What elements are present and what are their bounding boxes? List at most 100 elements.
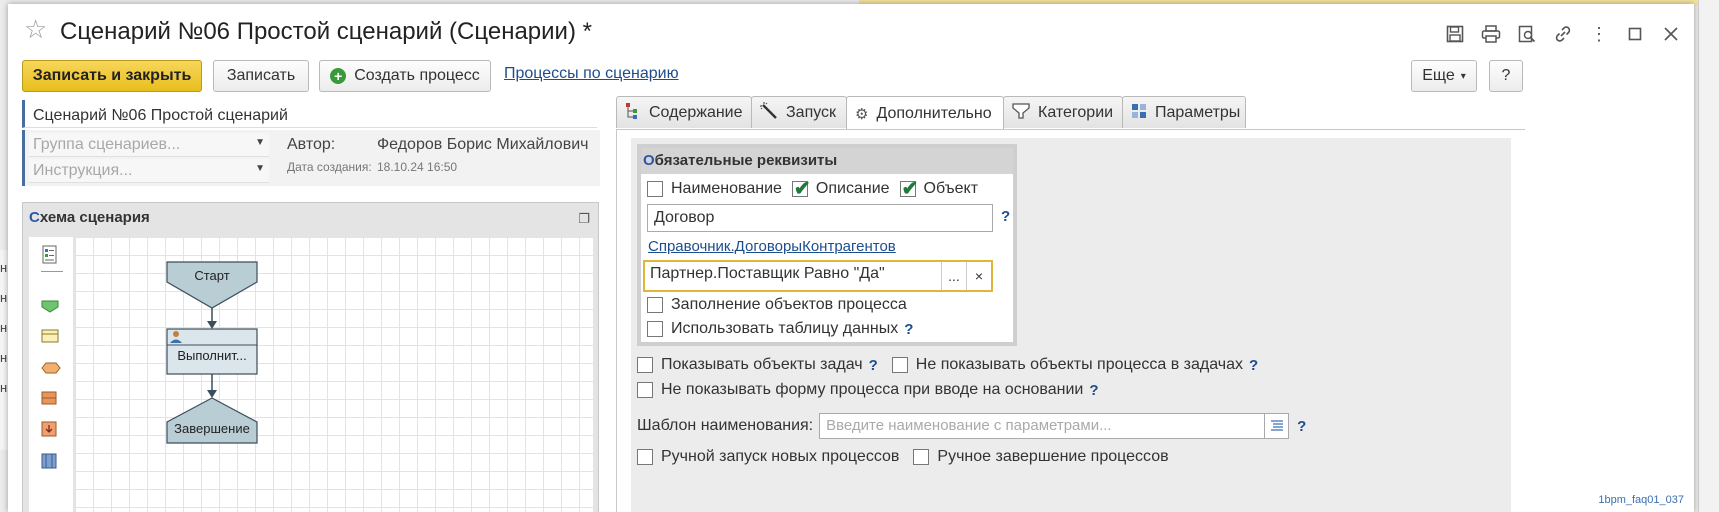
help-icon[interactable]: ? bbox=[1001, 208, 1010, 225]
object-type-link[interactable]: Справочник.ДоговорыКонтрагентов bbox=[648, 238, 896, 255]
background-fragment: н bbox=[0, 380, 8, 395]
title-bar-actions: ⋮ bbox=[1442, 22, 1684, 46]
use-data-table-row: Использовать таблицу данных ? bbox=[647, 320, 913, 338]
schema-canvas[interactable]: Старт Выполнит... Завершение bbox=[75, 237, 593, 512]
processes-by-scenario-link[interactable]: Процессы по сценарию bbox=[504, 65, 679, 83]
process-form-row: Не показывать форму процесса при вводе н… bbox=[637, 381, 1099, 399]
more-vertical-icon[interactable]: ⋮ bbox=[1586, 22, 1612, 46]
background-fragment: н bbox=[0, 260, 8, 275]
object-checkbox[interactable] bbox=[899, 176, 918, 201]
fill-objects-checkbox[interactable] bbox=[647, 297, 663, 313]
created-date-value: 18.10.24 16:50 bbox=[377, 160, 458, 174]
close-icon[interactable] bbox=[1658, 22, 1684, 46]
task-objects-row: Показывать объекты задач ? Не показывать… bbox=[637, 356, 1258, 374]
palette-divider bbox=[41, 271, 63, 272]
palette-subprocess-icon[interactable] bbox=[41, 391, 57, 410]
more-label: Еще bbox=[1422, 67, 1455, 84]
manual-finish-label: Ручное завершение процессов bbox=[937, 448, 1169, 465]
hide-process-objects-checkbox[interactable] bbox=[891, 357, 908, 373]
scenario-schema-panel: Схема сценария ❐ Старт Выполнит... Завер… bbox=[22, 202, 599, 512]
description-checkbox[interactable] bbox=[791, 176, 811, 201]
save-button[interactable]: Записать bbox=[213, 60, 309, 92]
tab-content[interactable]: Содержание bbox=[616, 96, 752, 128]
help-icon[interactable]: ? bbox=[1089, 382, 1098, 399]
author-label: Автор: bbox=[287, 136, 336, 153]
scenario-group-placeholder: Группа сценариев... bbox=[33, 136, 181, 153]
hide-process-form-checkbox[interactable] bbox=[637, 382, 653, 398]
instruction-placeholder: Инструкция... bbox=[33, 162, 133, 179]
background-fragment: н bbox=[0, 320, 8, 335]
fill-objects-label: Заполнение объектов процесса bbox=[671, 296, 907, 313]
description-checkbox-label: Описание bbox=[815, 180, 890, 197]
instruction-select[interactable]: Инструкция... ▼ bbox=[29, 159, 269, 183]
schema-title: Схема сценария bbox=[29, 209, 150, 226]
palette-condition-icon[interactable] bbox=[41, 361, 61, 379]
favorite-star-icon[interactable]: ☆ bbox=[24, 16, 47, 42]
schema-palette bbox=[29, 237, 73, 512]
tab-additional[interactable]: ⚙ Дополнительно bbox=[846, 96, 1004, 130]
right-panel: Содержание Запуск ⚙ Дополнительно Катего… bbox=[616, 96, 1694, 512]
task-node-label: Выполнит... bbox=[177, 348, 247, 363]
help-icon[interactable]: ? bbox=[904, 321, 913, 338]
background-right-pane bbox=[1698, 0, 1719, 512]
choose-button[interactable]: ... bbox=[941, 262, 966, 290]
tab-content-label: Содержание bbox=[649, 103, 743, 121]
help-button[interactable]: ? bbox=[1489, 60, 1523, 92]
start-node-label: Старт bbox=[194, 268, 230, 283]
use-data-table-checkbox[interactable] bbox=[647, 321, 663, 337]
palette-action-icon[interactable] bbox=[41, 421, 57, 442]
tab-additional-body: Обязательные реквизиты Наименование Опис… bbox=[616, 129, 1525, 512]
help-icon[interactable]: ? bbox=[1249, 357, 1258, 374]
fill-objects-row: Заполнение объектов процесса bbox=[647, 296, 907, 314]
more-button[interactable]: Еще ▾ bbox=[1411, 60, 1477, 92]
restore-window-icon[interactable]: ❐ bbox=[578, 211, 590, 227]
object-checkbox-label: Объект bbox=[923, 180, 979, 197]
end-node-label: Завершение bbox=[174, 421, 250, 436]
manual-start-checkbox[interactable] bbox=[637, 449, 653, 465]
tab-launch-label: Запуск bbox=[786, 103, 837, 121]
create-process-button[interactable]: + Создать процесс bbox=[319, 60, 491, 92]
scenario-name-field[interactable]: Сценарий №06 Простой сценарий bbox=[22, 100, 597, 128]
clear-icon[interactable]: × bbox=[966, 262, 991, 290]
palette-start-icon[interactable] bbox=[41, 299, 59, 318]
palette-task-icon[interactable] bbox=[41, 329, 59, 348]
help-icon[interactable]: ? bbox=[869, 357, 878, 374]
show-task-objects-checkbox[interactable] bbox=[637, 357, 653, 373]
tab-launch[interactable]: Запуск bbox=[751, 96, 847, 128]
dropdown-arrow-icon[interactable]: ▼ bbox=[255, 163, 265, 174]
chevron-down-icon: ▾ bbox=[1460, 70, 1466, 82]
name-checkbox-label: Наименование bbox=[671, 180, 782, 197]
manual-finish-checkbox[interactable] bbox=[913, 449, 930, 465]
author-value: Федоров Борис Михайлович bbox=[377, 136, 589, 153]
name-checkbox[interactable] bbox=[647, 181, 663, 197]
background-fragment: н bbox=[0, 290, 8, 305]
manual-start-label: Ручной запуск новых процессов bbox=[661, 448, 900, 465]
save-and-close-button[interactable]: Записать и закрыть bbox=[22, 60, 202, 92]
object-filter-field[interactable]: Партнер.Поставщик Равно "Да" ... × bbox=[643, 260, 993, 292]
plus-circle-icon: + bbox=[330, 68, 347, 84]
tab-parameters[interactable]: Параметры bbox=[1122, 96, 1246, 128]
maximize-icon[interactable] bbox=[1622, 22, 1648, 46]
content-tree-icon bbox=[625, 102, 641, 124]
tab-parameters-label: Параметры bbox=[1155, 103, 1241, 121]
name-template-input[interactable]: Введите наименование с параметрами... bbox=[819, 413, 1266, 439]
palette-end-icon[interactable] bbox=[41, 453, 57, 474]
object-type-field[interactable]: Договор bbox=[647, 204, 993, 232]
palette-properties-icon[interactable] bbox=[41, 245, 59, 270]
tab-categories[interactable]: Категории bbox=[1003, 96, 1123, 128]
created-date-label: Дата создания: bbox=[287, 160, 372, 174]
help-icon[interactable]: ? bbox=[1297, 418, 1306, 435]
save-icon[interactable] bbox=[1442, 22, 1468, 46]
preview-icon[interactable] bbox=[1514, 22, 1540, 46]
command-bar: Записать и закрыть Записать + Создать пр… bbox=[22, 60, 1682, 96]
dropdown-arrow-icon[interactable]: ▼ bbox=[255, 137, 265, 148]
scenario-group-select[interactable]: Группа сценариев... ▼ bbox=[29, 133, 269, 157]
template-editor-icon[interactable] bbox=[1265, 413, 1290, 439]
name-template-label: Шаблон наименования: bbox=[637, 417, 814, 434]
link-icon[interactable] bbox=[1550, 22, 1576, 46]
required-checkbox-row: Наименование Описание Объект bbox=[647, 176, 979, 201]
print-icon[interactable] bbox=[1478, 22, 1504, 46]
additional-settings: Обязательные реквизиты Наименование Опис… bbox=[631, 138, 1511, 512]
title-bar: ☆ Сценарий №06 Простой сценарий (Сценари… bbox=[8, 4, 1694, 60]
gear-icon: ⚙ bbox=[855, 105, 869, 123]
